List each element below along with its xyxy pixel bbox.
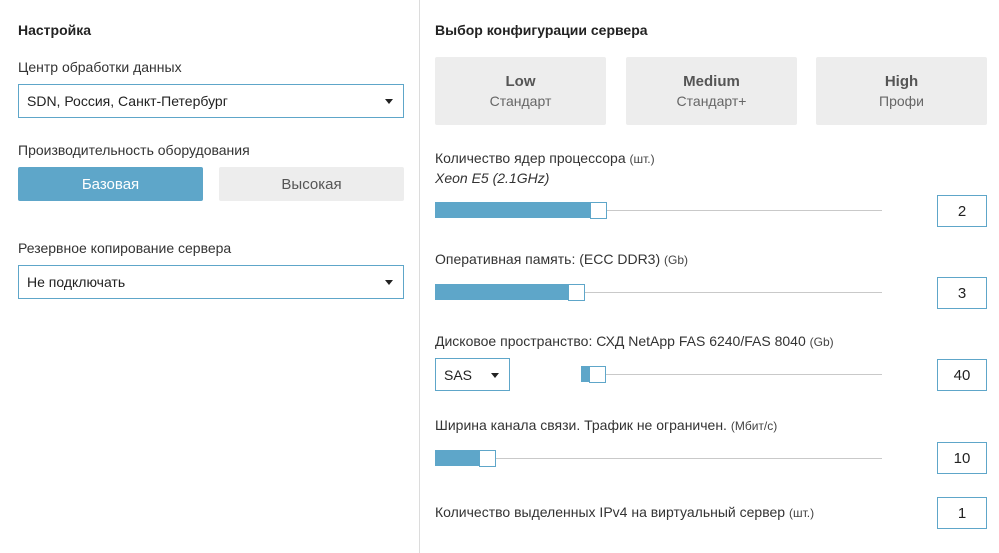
disk-type-value: SAS [444, 366, 473, 383]
preset-high-button[interactable]: High Профи [816, 57, 987, 125]
chevron-down-icon [491, 372, 499, 378]
backup-select[interactable]: Не подключать [18, 265, 404, 299]
performance-high-button[interactable]: Высокая [219, 167, 404, 201]
slider-track [581, 374, 882, 375]
preset-low-button[interactable]: Low Стандарт [435, 57, 606, 125]
slider-fill [435, 450, 480, 466]
ipv4-label-text: Количество выделенных IPv4 на виртуальны… [435, 504, 786, 520]
settings-title: Настройка [18, 22, 92, 38]
performance-label: Производительность оборудования [18, 142, 250, 158]
performance-basic-button[interactable]: Базовая [18, 167, 203, 201]
chevron-down-icon [385, 99, 393, 104]
ipv4-label: Количество выделенных IPv4 на виртуальны… [435, 504, 814, 520]
disk-label-text: Дисковое пространство: СХД NetApp FAS 62… [435, 333, 806, 349]
ipv4-unit: (шт.) [788, 506, 815, 520]
slider-handle[interactable] [589, 366, 606, 383]
preset-name: Medium [683, 73, 740, 90]
chevron-down-icon [385, 280, 393, 285]
bandwidth-value-input[interactable]: 10 [937, 442, 987, 474]
cpu-model: Xeon E5 (2.1GHz) [435, 170, 550, 186]
preset-name: High [884, 73, 919, 90]
datacenter-select[interactable]: SDN, Россия, Санкт-Петербург [18, 84, 404, 118]
ram-label-text: Оперативная память: (ECC DDR3) [435, 251, 661, 267]
slider-fill [435, 284, 569, 300]
disk-unit: (Gb) [809, 335, 834, 349]
backup-label: Резервное копирование сервера [18, 240, 232, 256]
bandwidth-label-text: Ширина канала связи. Трафик не ограничен… [435, 417, 727, 433]
disk-value-input[interactable]: 40 [937, 359, 987, 391]
ram-label: Оперативная память: (ECC DDR3) (Gb) [435, 251, 688, 267]
slider-track [435, 458, 882, 459]
preset-name: Low [505, 73, 536, 90]
config-panel: Выбор конфигурации сервера Low Стандарт … [420, 0, 999, 553]
ram-value-input[interactable]: 3 [937, 277, 987, 309]
cpu-unit: (шт.) [629, 152, 655, 166]
preset-medium-button[interactable]: Medium Стандарт+ [626, 57, 797, 125]
slider-handle[interactable] [590, 202, 607, 219]
config-title: Выбор конфигурации сервера [435, 22, 648, 38]
preset-subtitle: Стандарт+ [676, 93, 747, 109]
ipv4-value-input[interactable]: 1 [937, 497, 987, 529]
cpu-label-text: Количество ядер процессора [435, 150, 626, 166]
cpu-label: Количество ядер процессора (шт.) [435, 150, 655, 166]
slider-handle[interactable] [479, 450, 496, 467]
preset-subtitle: Профи [879, 93, 924, 109]
slider-fill [435, 202, 591, 218]
bandwidth-label: Ширина канала связи. Трафик не ограничен… [435, 417, 777, 433]
disk-type-select[interactable]: SAS [435, 358, 510, 391]
datacenter-label: Центр обработки данных [18, 59, 182, 75]
ram-unit: (Gb) [664, 253, 689, 267]
slider-handle[interactable] [568, 284, 585, 301]
backup-value: Не подключать [27, 274, 126, 290]
datacenter-value: SDN, Россия, Санкт-Петербург [27, 93, 228, 109]
bandwidth-unit: (Мбит/с) [730, 419, 778, 433]
preset-subtitle: Стандарт [489, 93, 552, 109]
settings-panel: Настройка Центр обработки данных SDN, Ро… [0, 0, 420, 553]
disk-label: Дисковое пространство: СХД NetApp FAS 62… [435, 333, 834, 349]
cpu-value-input[interactable]: 2 [937, 195, 987, 227]
